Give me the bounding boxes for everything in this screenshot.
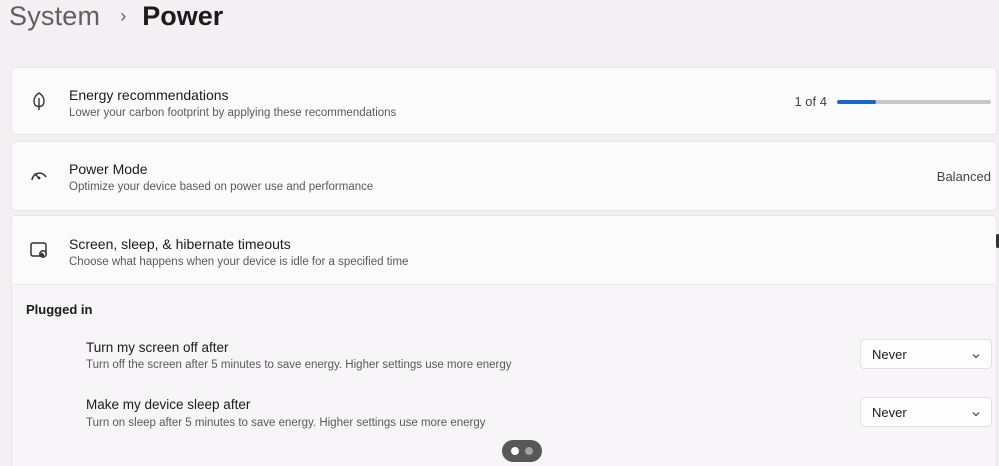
chevron-down-icon: [971, 407, 981, 417]
energy-recommendations-card[interactable]: Energy recommendations Lower your carbon…: [11, 67, 997, 135]
screen-off-subtitle: Turn off the screen after 5 minutes to s…: [86, 359, 512, 371]
panel-divider: [12, 284, 996, 285]
sleep-title: Make my device sleep after: [86, 397, 251, 412]
energy-subtitle: Lower your carbon footprint by applying …: [69, 107, 397, 119]
power-mode-title: Power Mode: [69, 161, 148, 177]
plugged-in-label: Plugged in: [26, 302, 93, 317]
page-title: Power: [142, 0, 224, 31]
screen-off-dropdown-value: Never: [872, 347, 907, 362]
chevron-down-icon: [971, 349, 981, 359]
pagination-dot-active[interactable]: [511, 447, 519, 455]
power-mode-subtitle: Optimize your device based on power use …: [69, 181, 374, 193]
energy-title: Energy recommendations: [69, 87, 229, 103]
energy-progress-bar: [837, 100, 991, 104]
sleep-dropdown[interactable]: Never: [860, 397, 992, 427]
power-mode-gauge-icon: [28, 165, 50, 187]
power-mode-value[interactable]: Balanced: [937, 169, 991, 184]
sleep-subtitle: Turn on sleep after 5 minutes to save en…: [86, 417, 486, 429]
timeouts-card[interactable]: Screen, sleep, & hibernate timeouts Choo…: [11, 215, 997, 285]
pagination-dot[interactable]: [525, 447, 533, 455]
screen-sleep-icon: [28, 239, 50, 261]
timeouts-subtitle: Choose what happens when your device is …: [69, 256, 409, 268]
timeouts-title: Screen, sleep, & hibernate timeouts: [69, 236, 291, 252]
screen-off-dropdown[interactable]: Never: [860, 339, 992, 369]
timeouts-expanded-panel: Plugged in Turn my screen off after Turn…: [11, 284, 997, 466]
energy-progress-text: 1 of 4: [794, 94, 827, 109]
leaf-icon: [28, 90, 50, 112]
sleep-dropdown-value: Never: [872, 405, 907, 420]
power-mode-card[interactable]: Power Mode Optimize your device based on…: [11, 141, 997, 211]
energy-progress-fill: [837, 100, 876, 104]
breadcrumb-separator: ›: [120, 5, 127, 26]
media-pagination-control[interactable]: [502, 440, 542, 462]
breadcrumb-system-link[interactable]: System: [9, 1, 100, 32]
screen-off-title: Turn my screen off after: [86, 340, 229, 355]
breadcrumb: System › Power: [9, 0, 223, 34]
